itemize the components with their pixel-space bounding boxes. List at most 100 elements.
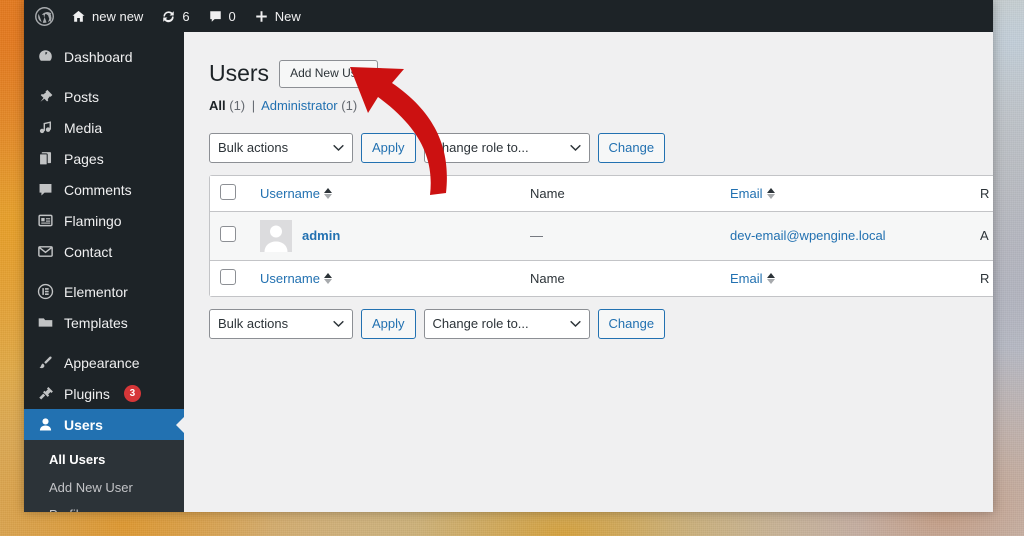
column-footer-email[interactable]: Email	[720, 259, 970, 296]
sort-indicator-icon	[323, 187, 332, 199]
column-header-name: Name	[520, 175, 720, 212]
admin-sidebar-menu: Dashboard Posts Media Pages Comments Fla…	[24, 32, 184, 512]
users-table-body: admin — dev-email@wpengine.local A	[210, 211, 993, 260]
wordpress-logo-button[interactable]	[24, 0, 62, 32]
column-header-role: R	[970, 175, 993, 212]
pages-icon	[35, 150, 55, 167]
page-header: Users Add New User	[204, 32, 973, 89]
sidebar-item-plugins[interactable]: Plugins 3	[24, 378, 184, 409]
change-role-value: Change role to...	[432, 316, 529, 332]
table-row: admin — dev-email@wpengine.local A	[210, 211, 993, 260]
comment-bubble-icon	[208, 9, 223, 24]
wordpress-logo-icon	[35, 6, 54, 26]
tablenav-top: Bulk actions Apply Change role to... Cha…	[209, 132, 973, 163]
select-all-header	[210, 175, 250, 212]
users-table-foot: Username Name Email R	[210, 259, 993, 296]
paintbrush-icon	[35, 354, 55, 371]
folder-icon	[35, 314, 55, 331]
filter-administrator-count: (1)	[341, 97, 358, 113]
row-email-cell: dev-email@wpengine.local	[720, 211, 970, 260]
updates-icon	[161, 9, 176, 24]
table-footer-row: Username Name Email R	[210, 259, 993, 296]
sidebar-item-label: Flamingo	[64, 212, 122, 229]
column-label-role: R	[980, 185, 990, 201]
change-role-select-top[interactable]: Change role to...	[423, 132, 590, 163]
sidebar-item-pages[interactable]: Pages	[24, 143, 184, 174]
sidebar-item-templates[interactable]: Templates	[24, 307, 184, 338]
filter-all-link[interactable]: All	[209, 98, 226, 113]
chevron-down-icon	[569, 144, 581, 151]
sidebar-item-posts[interactable]: Posts	[24, 81, 184, 112]
sidebar-item-label: Plugins	[64, 385, 110, 402]
select-all-checkbox-bottom[interactable]	[220, 268, 236, 285]
sidebar-item-label: Elementor	[64, 283, 128, 300]
add-new-user-button[interactable]: Add New User	[279, 59, 379, 89]
sidebar-item-appearance[interactable]: Appearance	[24, 347, 184, 378]
table-header-row: Username Name Email R	[210, 175, 993, 212]
sidebar-item-flamingo[interactable]: Flamingo	[24, 205, 184, 236]
sidebar-item-label: Comments	[64, 181, 132, 198]
menu-spacer	[24, 32, 184, 41]
sidebar-item-label: Contact	[64, 243, 113, 260]
users-table-head: Username Name Email R	[210, 175, 993, 212]
bulk-actions-value: Bulk actions	[218, 316, 289, 332]
site-name-label: new new	[92, 8, 144, 24]
users-submenu: All Users Add New User Profile	[24, 440, 184, 512]
change-role-button-top[interactable]: Change	[597, 132, 666, 163]
sidebar-item-label: Templates	[64, 314, 128, 331]
sidebar-item-label: Users	[64, 416, 103, 433]
column-header-username[interactable]: Username	[250, 175, 520, 212]
sidebar-item-media[interactable]: Media	[24, 112, 184, 143]
media-icon	[35, 119, 55, 136]
bulk-actions-select-bottom[interactable]: Bulk actions	[209, 308, 353, 339]
site-name-menu[interactable]: new new	[62, 0, 152, 32]
sidebar-item-comments[interactable]: Comments	[24, 174, 184, 205]
username-link[interactable]: admin	[302, 228, 340, 243]
column-footer-username[interactable]: Username	[250, 259, 520, 296]
filter-administrator-link[interactable]: Administrator	[261, 98, 338, 113]
users-page-content: Users Add New User All (1) | Administrat…	[184, 32, 993, 512]
new-content-menu[interactable]: New	[245, 0, 310, 32]
envelope-icon	[35, 243, 55, 260]
sort-indicator-icon	[766, 187, 775, 199]
column-label-username: Username	[260, 270, 320, 286]
submenu-item-add-new-user[interactable]: Add New User	[24, 474, 184, 502]
updates-menu[interactable]: 6	[152, 0, 198, 32]
menu-spacer	[24, 72, 184, 81]
column-label-username: Username	[260, 185, 320, 201]
row-checkbox[interactable]	[220, 226, 236, 243]
column-label-name: Name	[530, 185, 565, 201]
column-header-email[interactable]: Email	[720, 175, 970, 212]
column-label-email: Email	[730, 270, 763, 286]
sidebar-item-contact[interactable]: Contact	[24, 236, 184, 267]
column-label-name: Name	[530, 270, 565, 286]
user-role-filter-links: All (1) | Administrator (1)	[209, 98, 973, 113]
home-icon	[71, 9, 86, 24]
submenu-item-profile[interactable]: Profile	[24, 501, 184, 512]
change-role-select-bottom[interactable]: Change role to...	[423, 308, 590, 339]
sidebar-item-label: Appearance	[64, 354, 140, 371]
apply-button-bottom[interactable]: Apply	[361, 308, 416, 339]
column-footer-name: Name	[520, 259, 720, 296]
user-icon	[35, 416, 55, 433]
elementor-icon	[35, 283, 55, 300]
avatar	[260, 219, 292, 252]
bulk-actions-select-top[interactable]: Bulk actions	[209, 132, 353, 163]
change-role-value: Change role to...	[432, 140, 529, 156]
comments-menu[interactable]: 0	[199, 0, 245, 32]
browser-window: new new 6 0 New Dashboard Posts Media Pa…	[24, 0, 993, 512]
chevron-down-icon	[333, 144, 344, 151]
change-role-button-bottom[interactable]: Change	[597, 308, 666, 339]
apply-button-top[interactable]: Apply	[361, 132, 416, 163]
plug-icon	[35, 385, 55, 402]
row-username-cell: admin	[250, 211, 520, 260]
select-all-checkbox-top[interactable]	[220, 183, 236, 200]
pin-icon	[35, 88, 55, 105]
updates-count: 6	[182, 8, 190, 24]
submenu-item-all-users[interactable]: All Users	[24, 446, 184, 474]
sidebar-item-users[interactable]: Users	[24, 409, 184, 440]
email-link[interactable]: dev-email@wpengine.local	[730, 228, 886, 243]
dashboard-icon	[35, 48, 55, 65]
sidebar-item-elementor[interactable]: Elementor	[24, 276, 184, 307]
sidebar-item-dashboard[interactable]: Dashboard	[24, 41, 184, 72]
